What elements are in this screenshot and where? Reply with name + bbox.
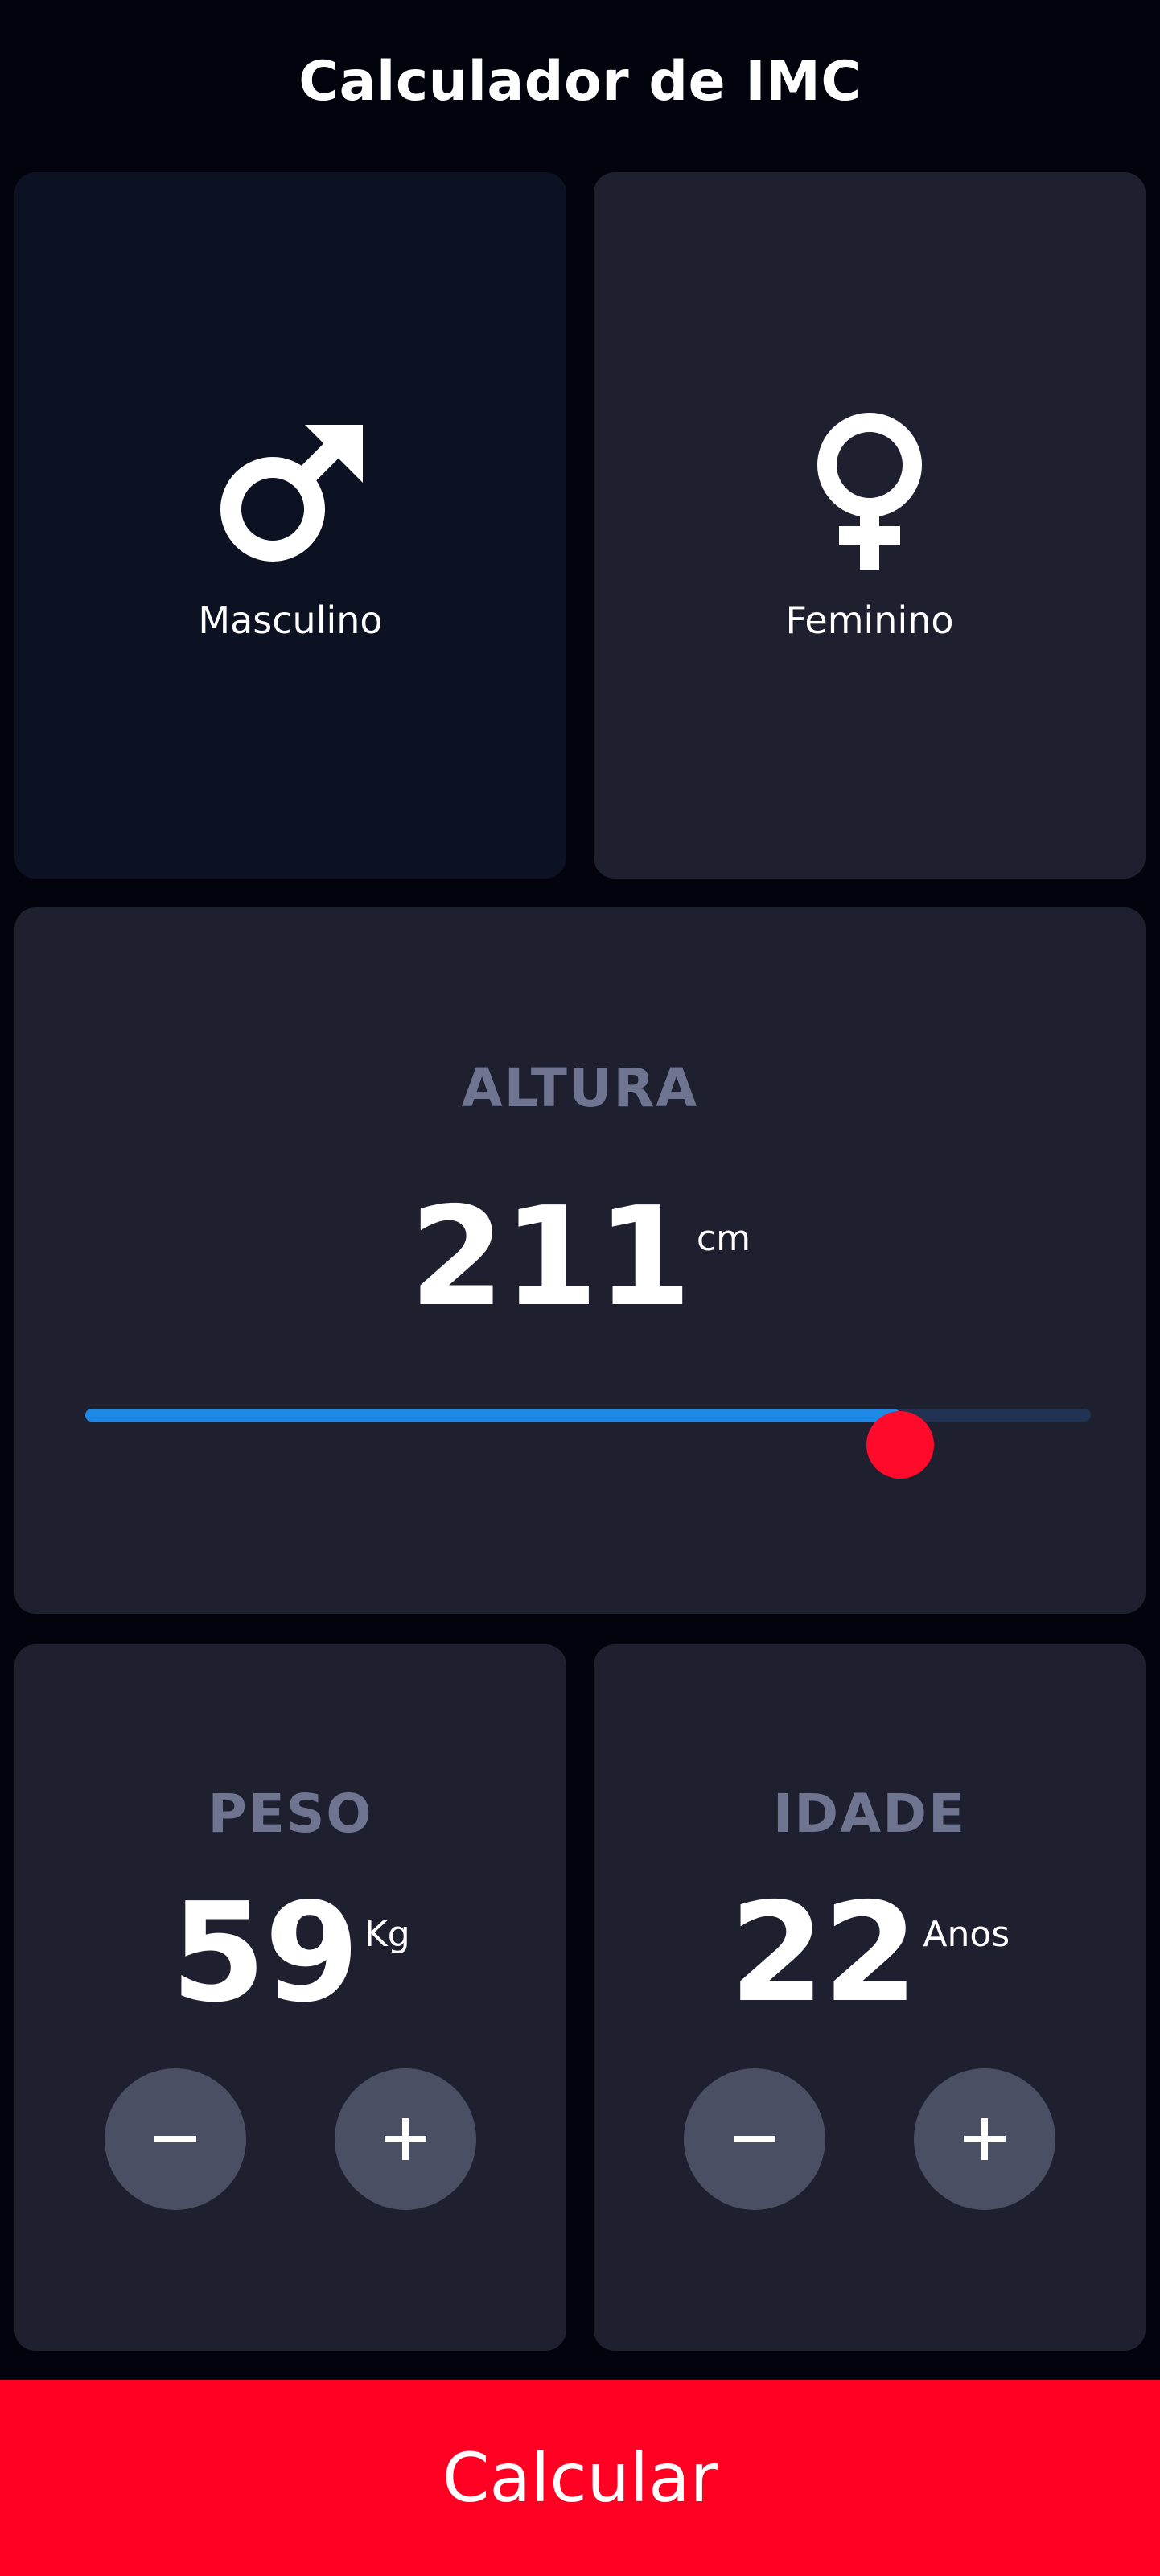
weight-card: PESO 59 Kg	[14, 1644, 566, 2351]
minus-icon	[154, 2136, 196, 2142]
minus-icon	[734, 2136, 775, 2142]
gender-card-female[interactable]: Feminino	[594, 172, 1146, 879]
height-value-row: 211 cm	[14, 1189, 1146, 1326]
male-symbol-icon	[220, 425, 363, 562]
gender-label-female: Feminino	[785, 599, 954, 642]
height-value: 211	[409, 1178, 692, 1337]
app-title: Calculador de IMC	[298, 49, 862, 113]
height-slider-track	[85, 1409, 1091, 1479]
weight-decrement-button[interactable]	[105, 2068, 246, 2210]
weight-increment-button[interactable]	[335, 2068, 476, 2210]
height-slider-fill	[85, 1409, 900, 1422]
height-card: ALTURA 211 cm	[14, 907, 1146, 1614]
plus-icon	[385, 2118, 426, 2160]
age-decrement-button[interactable]	[684, 2068, 825, 2210]
gender-card-male[interactable]: Masculino	[14, 172, 566, 879]
weight-value-row: 59 Kg	[14, 1885, 566, 2022]
age-value: 22	[729, 1874, 919, 2033]
weight-unit: Kg	[364, 1914, 410, 1955]
weight-stepper	[14, 2068, 566, 2210]
calculate-button[interactable]: Calcular	[0, 2380, 1160, 2576]
age-stepper	[594, 2068, 1146, 2210]
app-bar: Calculador de IMC	[0, 0, 1160, 163]
age-card: IDADE 22 Anos	[594, 1644, 1146, 2351]
gender-label-male: Masculino	[198, 599, 383, 642]
weight-value: 59	[171, 1874, 360, 2033]
age-label: IDADE	[772, 1783, 967, 1845]
age-value-row: 22 Anos	[594, 1885, 1146, 2022]
height-slider[interactable]	[69, 1379, 1107, 1479]
female-symbol-icon	[817, 413, 922, 570]
weight-label: PESO	[208, 1783, 373, 1845]
height-unit: cm	[696, 1218, 751, 1259]
age-increment-button[interactable]	[914, 2068, 1055, 2210]
height-slider-thumb[interactable]	[866, 1411, 934, 1479]
calculate-button-label: Calcular	[442, 2438, 718, 2517]
plus-icon	[964, 2118, 1006, 2160]
height-label: ALTURA	[461, 1057, 699, 1119]
age-unit: Anos	[923, 1914, 1010, 1955]
